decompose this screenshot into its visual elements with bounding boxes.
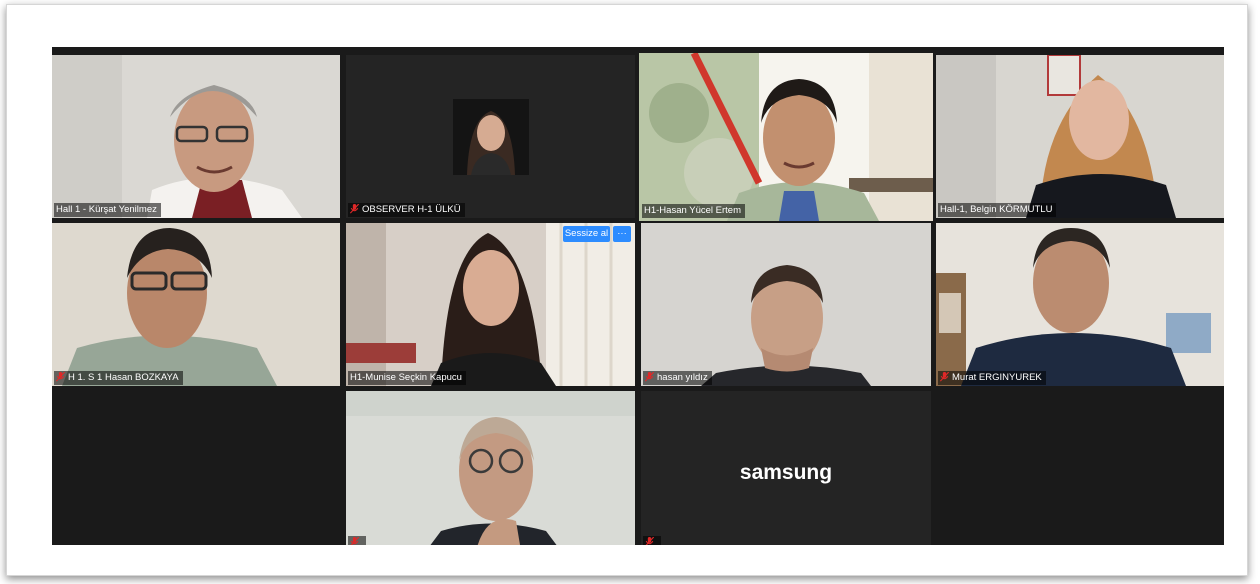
video-tile-murat[interactable]: Murat ERGINYUREK — [936, 223, 1224, 386]
participant-name-label — [348, 536, 366, 545]
muted-mic-icon — [645, 537, 654, 545]
participant-video — [639, 53, 933, 221]
video-tile-samsung[interactable]: samsung — [641, 391, 931, 545]
muted-mic-icon — [350, 537, 359, 545]
participant-video — [52, 55, 340, 218]
participant-name-label: Hall-1, Belgin KÖRMUTLU — [938, 203, 1057, 217]
participant-name-label: H1-Munise Seçkin Kapucu — [348, 371, 466, 385]
participant-name-label: H 1. S 1 Hasan BOZKAYA — [54, 371, 183, 385]
participant-video — [936, 223, 1224, 386]
participant-name-label: hasan yıldız — [643, 371, 712, 385]
more-options-button[interactable]: ··· — [613, 226, 631, 242]
video-tile-participant-9[interactable] — [346, 391, 635, 545]
participant-video — [641, 223, 931, 386]
participant-video — [936, 55, 1224, 218]
profile-picture — [453, 99, 529, 175]
muted-mic-icon — [940, 372, 949, 382]
participant-name-label: H1-Hasan Yücel Ertem — [642, 204, 745, 218]
video-tile-kursat[interactable]: Hall 1 - Kürşat Yenilmez — [52, 55, 340, 218]
participant-video — [52, 223, 340, 386]
mute-participant-button[interactable]: Sessize al — [563, 226, 610, 242]
participant-video — [346, 223, 635, 386]
video-tile-munise[interactable]: Sessize al ··· H1-Munise Seçkin Kapucu — [346, 223, 635, 386]
muted-mic-icon — [645, 372, 654, 382]
video-tile-belgin[interactable]: Hall-1, Belgin KÖRMUTLU — [936, 55, 1224, 218]
participant-video — [346, 391, 635, 545]
video-tile-hasan-yildiz[interactable]: hasan yıldız — [641, 223, 931, 386]
video-tile-hasan-yucel[interactable]: H1-Hasan Yücel Ertem — [639, 53, 933, 221]
video-gallery: Hall 1 - Kürşat Yenilmez OBSERVER H-1 ÜL… — [52, 47, 1224, 545]
screenshot-frame: Hall 1 - Kürşat Yenilmez OBSERVER H-1 ÜL… — [6, 4, 1248, 576]
device-name-label: samsung — [739, 461, 833, 484]
participant-name-label — [643, 536, 661, 545]
participant-name-label: Hall 1 - Kürşat Yenilmez — [54, 203, 161, 217]
participant-name-label: Murat ERGINYUREK — [938, 371, 1046, 385]
video-tile-observer[interactable]: OBSERVER H-1 ÜLKÜ — [346, 55, 635, 218]
muted-mic-icon — [350, 204, 359, 214]
video-tile-hasan-bozkaya[interactable]: H 1. S 1 Hasan BOZKAYA — [52, 223, 340, 386]
muted-mic-icon — [56, 372, 65, 382]
participant-name-label: OBSERVER H-1 ÜLKÜ — [348, 203, 465, 217]
